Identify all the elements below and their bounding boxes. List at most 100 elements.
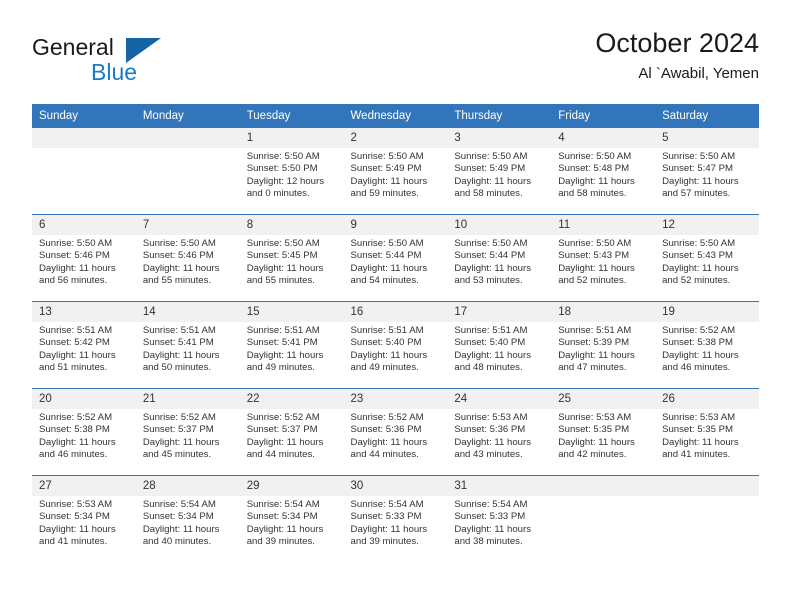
day-details: Sunrise: 5:50 AM Sunset: 5:43 PM Daylight:… [655,235,759,288]
calendar-day-cell[interactable]: 1 Sunrise: 5:50 AM Sunset: 5:50 PM Daylight… [239,127,344,215]
day-number: 16 [343,302,448,322]
sunset-text: Sunset: 5:35 PM [558,424,630,436]
weekday-header-row: Sunday Monday Tuesday Wednesday Thursday… [32,104,759,128]
calendar-day-cell[interactable]: 22 Sunrise: 5:52 AM Sunset: 5:37 PM Dayligh… [239,388,344,476]
daylight-text: Daylight: 11 hours and 46 minutes. [662,349,739,374]
calendar-day-cell[interactable]: 28 Sunrise: 5:54 AM Sunset: 5:34 PM Dayligh… [135,475,240,562]
calendar-day-cell[interactable]: 7 Sunrise: 5:50 AM Sunset: 5:46 PM Daylight… [135,214,240,302]
calendar-day-cell[interactable]: 4 Sunrise: 5:50 AM Sunset: 5:48 PM Daylight… [551,127,656,215]
sunrise-text: Sunrise: 5:50 AM [558,151,632,162]
sunrise-text: Sunrise: 5:50 AM [662,238,736,249]
sunrise-text: Sunrise: 5:51 AM [246,325,320,336]
calendar-day-cell[interactable]: 19 Sunrise: 5:52 AM Sunset: 5:38 PM Dayligh… [655,301,759,389]
day-details: Sunrise: 5:50 AM Sunset: 5:45 PM Daylight:… [240,235,344,288]
day-number: 13 [32,302,136,322]
daylight-text: Daylight: 12 hours and 0 minutes. [246,175,325,200]
calendar-day-cell[interactable]: 11 Sunrise: 5:50 AM Sunset: 5:43 PM Dayligh… [551,214,656,302]
calendar-day-cell[interactable]: 6 Sunrise: 5:50 AM Sunset: 5:46 PM Daylight… [32,214,136,302]
day-number: 27 [32,476,136,496]
day-details: Sunrise: 5:52 AM Sunset: 5:38 PM Daylight:… [32,409,136,462]
sunrise-text: Sunrise: 5:50 AM [142,238,216,249]
day-number: 18 [551,302,656,322]
calendar-day-cell[interactable]: 13 Sunrise: 5:51 AM Sunset: 5:42 PM Dayligh… [32,301,136,389]
calendar-day-cell[interactable]: 18 Sunrise: 5:51 AM Sunset: 5:39 PM Dayligh… [551,301,656,389]
calendar-week-row: 20 Sunrise: 5:52 AM Sunset: 5:38 PM Dayligh… [32,388,759,476]
day-number: 23 [343,389,448,409]
sunset-text: Sunset: 5:34 PM [142,511,214,523]
sunset-text: Sunset: 5:46 PM [39,250,110,262]
sunrise-text: Sunrise: 5:50 AM [350,238,424,249]
calendar-day-cell[interactable]: 17 Sunrise: 5:51 AM Sunset: 5:40 PM Dayligh… [447,301,552,389]
daylight-text: Daylight: 11 hours and 56 minutes. [39,262,116,287]
daylight-text: Daylight: 11 hours and 58 minutes. [454,175,531,200]
calendar-day-cell[interactable]: 21 Sunrise: 5:52 AM Sunset: 5:37 PM Dayligh… [135,388,240,476]
sunrise-sunset-calendar: Sunday Monday Tuesday Wednesday Thursday… [32,104,759,562]
page-header: General Blue October 2024 Al `Awabil, Ye… [32,26,759,92]
day-details: Sunrise: 5:50 AM Sunset: 5:43 PM Daylight:… [551,235,655,288]
calendar-day-cell[interactable]: 2 Sunrise: 5:50 AM Sunset: 5:49 PM Daylight… [343,127,448,215]
logo-text-blue: Blue [91,59,138,85]
general-blue-logo[interactable]: General Blue [32,34,212,90]
daylight-text: Daylight: 11 hours and 55 minutes. [142,262,220,287]
sunset-text: Sunset: 5:41 PM [142,337,214,349]
day-number: 5 [655,128,759,148]
day-number: 24 [447,389,552,409]
day-details: Sunrise: 5:53 AM Sunset: 5:35 PM Daylight:… [551,409,655,462]
location-subtitle: Al `Awabil, Yemen [638,65,759,82]
sunset-text: Sunset: 5:40 PM [454,337,526,349]
sunrise-text: Sunrise: 5:51 AM [350,325,424,336]
sunrise-text: Sunrise: 5:50 AM [246,151,320,162]
day-details: Sunrise: 5:54 AM Sunset: 5:33 PM Daylight:… [447,496,551,549]
daylight-text: Daylight: 11 hours and 55 minutes. [246,262,324,287]
sunset-text: Sunset: 5:38 PM [39,424,110,436]
day-number: 4 [551,128,656,148]
sunset-text: Sunset: 5:38 PM [662,337,733,349]
sunset-text: Sunset: 5:46 PM [142,250,214,262]
daylight-text: Daylight: 11 hours and 42 minutes. [558,436,635,461]
daylight-text: Daylight: 11 hours and 57 minutes. [662,175,739,200]
daylight-text: Daylight: 11 hours and 44 minutes. [350,436,428,461]
day-details: Sunrise: 5:52 AM Sunset: 5:37 PM Daylight:… [240,409,344,462]
calendar-day-cell[interactable]: 12 Sunrise: 5:50 AM Sunset: 5:43 PM Dayligh… [655,214,759,302]
calendar-week-row: 1 Sunrise: 5:50 AM Sunset: 5:50 PM Daylight… [32,127,759,215]
day-details: Sunrise: 5:50 AM Sunset: 5:44 PM Daylight:… [344,235,448,288]
calendar-day-cell[interactable]: 3 Sunrise: 5:50 AM Sunset: 5:49 PM Daylight… [447,127,552,215]
sunset-text: Sunset: 5:44 PM [454,250,526,262]
calendar-day-cell[interactable]: 10 Sunrise: 5:50 AM Sunset: 5:44 PM Dayligh… [447,214,552,302]
calendar-day-cell[interactable]: 31 Sunrise: 5:54 AM Sunset: 5:33 PM Dayligh… [447,475,552,562]
day-number: 3 [447,128,552,148]
calendar-day-cell[interactable]: 30 Sunrise: 5:54 AM Sunset: 5:33 PM Dayligh… [343,475,448,562]
daylight-text: Daylight: 11 hours and 59 minutes. [350,175,428,200]
sunrise-text: Sunrise: 5:53 AM [558,412,632,423]
day-number: 25 [551,389,656,409]
calendar-day-cell[interactable]: 15 Sunrise: 5:51 AM Sunset: 5:41 PM Dayligh… [239,301,344,389]
sunset-text: Sunset: 5:45 PM [246,250,318,262]
calendar-day-cell[interactable]: 14 Sunrise: 5:51 AM Sunset: 5:41 PM Dayligh… [135,301,240,389]
day-number: 8 [239,215,344,235]
calendar-day-cell[interactable]: 24 Sunrise: 5:53 AM Sunset: 5:36 PM Dayligh… [447,388,552,476]
calendar-day-cell[interactable]: 16 Sunrise: 5:51 AM Sunset: 5:40 PM Dayligh… [343,301,448,389]
sunrise-text: Sunrise: 5:50 AM [662,151,736,162]
calendar-day-cell[interactable]: 9 Sunrise: 5:50 AM Sunset: 5:44 PM Daylight… [343,214,448,302]
day-details: Sunrise: 5:50 AM Sunset: 5:44 PM Daylight:… [447,235,551,288]
calendar-day-cell[interactable]: 5 Sunrise: 5:50 AM Sunset: 5:47 PM Daylight… [655,127,759,215]
sunset-text: Sunset: 5:35 PM [662,424,733,436]
calendar-day-cell[interactable]: 23 Sunrise: 5:52 AM Sunset: 5:36 PM Dayligh… [343,388,448,476]
day-details: Sunrise: 5:54 AM Sunset: 5:33 PM Daylight:… [344,496,448,549]
calendar-day-cell[interactable]: 26 Sunrise: 5:53 AM Sunset: 5:35 PM Dayligh… [655,388,759,476]
calendar-day-cell[interactable]: 27 Sunrise: 5:53 AM Sunset: 5:34 PM Dayligh… [32,475,136,562]
calendar-day-cell[interactable]: 29 Sunrise: 5:54 AM Sunset: 5:34 PM Dayligh… [239,475,344,562]
calendar-day-cell[interactable]: 20 Sunrise: 5:52 AM Sunset: 5:38 PM Dayligh… [32,388,136,476]
sunrise-text: Sunrise: 5:50 AM [558,238,632,249]
calendar-week-row: 6 Sunrise: 5:50 AM Sunset: 5:46 PM Daylight… [32,214,759,302]
calendar-day-cell[interactable]: 8 Sunrise: 5:50 AM Sunset: 5:45 PM Daylight… [239,214,344,302]
weekday-header-friday: Friday [551,104,656,128]
day-details: Sunrise: 5:53 AM Sunset: 5:34 PM Daylight:… [32,496,136,549]
sunrise-text: Sunrise: 5:50 AM [246,238,320,249]
day-number: 17 [447,302,552,322]
calendar-day-cell[interactable]: 25 Sunrise: 5:53 AM Sunset: 5:35 PM Dayligh… [551,388,656,476]
daylight-text: Daylight: 11 hours and 38 minutes. [454,523,531,548]
logo-text-general: General [32,34,114,60]
daylight-text: Daylight: 11 hours and 41 minutes. [662,436,739,461]
daylight-text: Daylight: 11 hours and 47 minutes. [558,349,635,374]
